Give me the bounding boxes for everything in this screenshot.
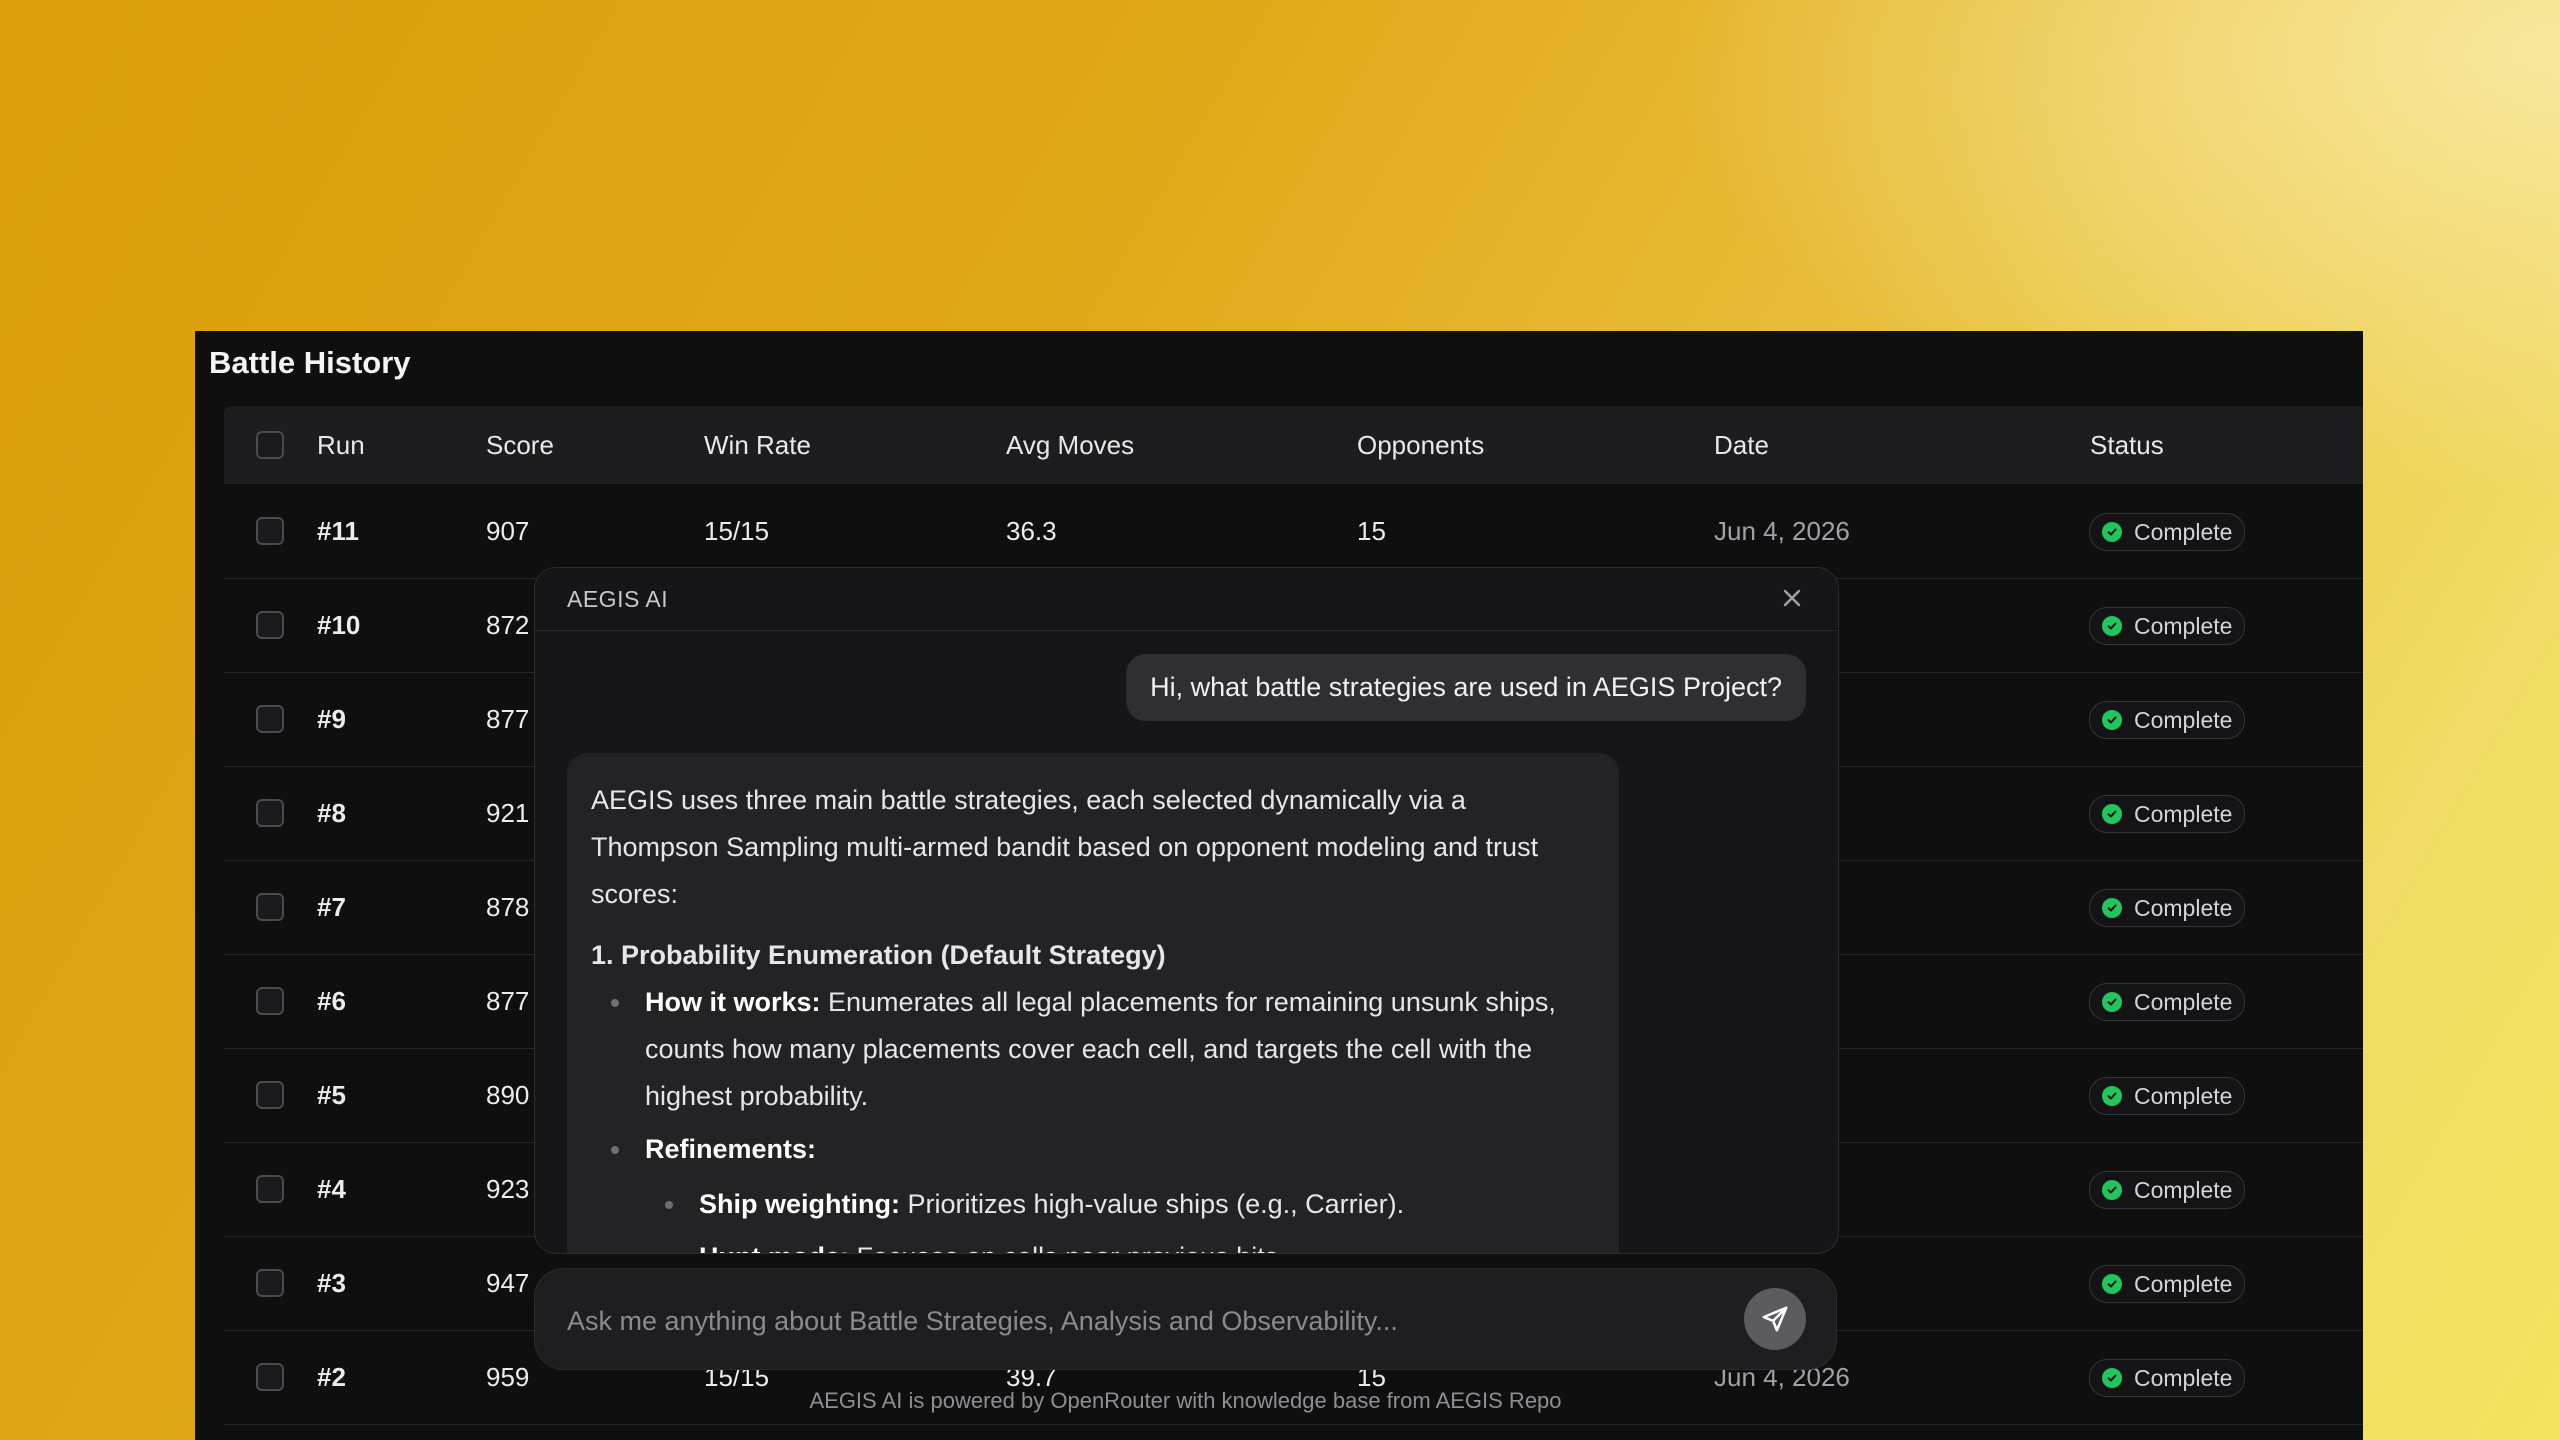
cell-run: #8 [317,798,346,828]
header-score[interactable]: Score [486,406,554,484]
cell-win-rate: 15/15 [704,516,770,546]
cell-opponents: 15 [1357,516,1386,546]
row-checkbox[interactable] [256,1081,284,1109]
cell-run: #9 [317,704,346,734]
status-badge: Complete [2089,795,2246,833]
status-label: Complete [2134,1082,2233,1109]
cell-run: #5 [317,1080,346,1110]
check-circle-icon [2102,992,2122,1012]
ai-intro: AEGIS uses three main battle strategies,… [591,785,1539,909]
chat-title: AEGIS AI [567,586,669,612]
status-badge: Complete [2089,701,2246,739]
header-avg-moves[interactable]: Avg Moves [1006,406,1134,484]
cell-date: Jun 4, 2026 [1714,516,1850,546]
status-badge: Complete [2089,1171,2246,1209]
check-circle-icon [2102,898,2122,918]
header-run[interactable]: Run [317,406,365,484]
cell-score: 923 [486,1174,530,1204]
row-checkbox[interactable] [256,799,284,827]
cell-avg-moves: 36.3 [1006,516,1057,546]
check-circle-icon [2102,616,2122,636]
check-circle-icon [2102,522,2122,542]
status-label: Complete [2134,1176,2233,1203]
cell-run: #11 [317,516,359,546]
row-checkbox[interactable] [256,893,284,921]
status-badge: Complete [2089,983,2246,1021]
status-badge: Complete [2089,607,2246,645]
table-row[interactable]: #11 907 15/15 36.3 15 Jun 4, 2026 Complete [224,484,2363,579]
cell-run: #6 [317,986,346,1016]
ai-chat-dialog: AEGIS AI Hi, what battle strategies are … [534,567,1839,1254]
cell-run: #2 [317,1362,346,1392]
ai-message: AEGIS uses three main battle strategies,… [567,753,1619,1253]
chat-footer-note: AEGIS AI is powered by OpenRouter with k… [809,1388,1562,1413]
ai-subbullet-hunt-mode: Hunt mode: Focuses on cells near previou… [591,1234,1595,1253]
select-all-checkbox[interactable] [256,431,284,459]
cell-score: 878 [486,892,530,922]
chat-input[interactable] [565,1295,1669,1347]
check-circle-icon [2102,710,2122,730]
row-checkbox[interactable] [256,611,284,639]
cell-run: #3 [317,1268,346,1298]
row-checkbox[interactable] [256,1175,284,1203]
status-badge: Complete [2089,1265,2246,1303]
cell-score: 959 [486,1362,530,1392]
status-label: Complete [2134,894,2233,921]
status-badge: Complete [2089,1359,2246,1397]
send-icon [1762,1306,1788,1332]
check-circle-icon [2102,804,2122,824]
cell-score: 877 [486,704,530,734]
cell-run: #4 [317,1174,346,1204]
row-checkbox[interactable] [256,1269,284,1297]
status-label: Complete [2134,612,2233,639]
status-badge: Complete [2089,1077,2246,1115]
check-circle-icon [2102,1274,2122,1294]
header-win-rate[interactable]: Win Rate [704,406,811,484]
status-label: Complete [2134,988,2233,1015]
status-badge: Complete [2089,513,2246,551]
cell-score: 872 [486,610,530,640]
row-checkbox[interactable] [256,987,284,1015]
header-date[interactable]: Date [1714,406,1769,484]
send-button[interactable] [1744,1288,1806,1350]
cell-score: 921 [486,798,530,828]
header-opponents[interactable]: Opponents [1357,406,1484,484]
cell-score: 947 [486,1268,530,1298]
check-circle-icon [2102,1180,2122,1200]
check-circle-icon [2102,1368,2122,1388]
cell-score: 890 [486,1080,530,1110]
table-header: Run Score Win Rate Avg Moves Opponents D… [224,406,2363,484]
row-checkbox[interactable] [256,517,284,545]
row-checkbox[interactable] [256,1363,284,1391]
ai-bullet-refinements: Refinements: [591,1126,1595,1173]
row-checkbox[interactable] [256,705,284,733]
status-label: Complete [2134,1364,2233,1391]
ai-heading: 1. Probability Enumeration (Default Stra… [591,940,1166,970]
status-label: Complete [2134,706,2233,733]
close-icon[interactable] [1778,584,1806,612]
chat-input-bar [534,1268,1837,1370]
cell-run: #7 [317,892,346,922]
status-label: Complete [2134,800,2233,827]
cell-run: #10 [317,610,361,640]
status-label: Complete [2134,518,2233,545]
cell-score: 907 [486,516,530,546]
cell-score: 877 [486,986,530,1016]
ai-bullet-how-it-works: How it works: Enumerates all legal place… [591,979,1595,1120]
panel-title: Battle History [209,345,411,380]
status-label: Complete [2134,1270,2233,1297]
header-status[interactable]: Status [2090,406,2164,484]
user-message: Hi, what battle strategies are used in A… [1126,654,1806,721]
ai-subbullet-ship-weighting: Ship weighting: Prioritizes high-value s… [591,1181,1595,1228]
chat-header: AEGIS AI [535,568,1838,631]
check-circle-icon [2102,1086,2122,1106]
status-badge: Complete [2089,889,2246,927]
